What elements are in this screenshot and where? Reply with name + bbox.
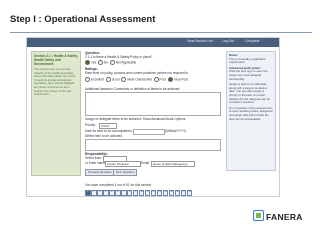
option-na-label: Not Applicable xyxy=(115,60,137,65)
next-question-button[interactable]: Next Question xyxy=(113,169,138,176)
ratings-prompt: Rate level on policy, process and curren… xyxy=(85,71,189,75)
define-item-textarea[interactable] xyxy=(85,139,221,151)
advanced-text: Click the plus sign to open the assign i… xyxy=(229,69,268,81)
page-link[interactable]: 1 xyxy=(85,190,91,196)
email-input[interactable]: lauren.pingleton@sogusgo xyxy=(151,161,195,167)
date-format-hint: (MM/dd/YYYY) xyxy=(165,129,187,133)
help-panel: Notes: This is a usually a legislative r… xyxy=(226,51,276,171)
assign-label[interactable]: Assign or delegate items to be actioned:… xyxy=(85,117,185,121)
page-link[interactable]: 3 xyxy=(96,190,103,196)
radio-excellent[interactable] xyxy=(85,77,90,82)
name-input[interactable]: Lauren Pingleton xyxy=(105,161,141,167)
app-screenshot: View Section List Log Out Complete Secti… xyxy=(26,37,280,197)
question-form: Question: 2.1.1 Is there a Health & Safe… xyxy=(85,51,223,196)
page-link[interactable]: 8 xyxy=(126,190,133,196)
page-link[interactable]: 9 xyxy=(132,190,139,196)
rating-excellent-label: Excellent xyxy=(91,77,104,82)
view-section-list-link[interactable]: View Section List xyxy=(187,39,213,43)
page-link[interactable]: 10 xyxy=(138,190,145,196)
page-link[interactable]: 4 xyxy=(102,190,109,196)
question-pager: 1 2 3 4 5 6 7 8 9 10 11 12 13 14 15 16 17 18 xyxy=(85,189,193,196)
radio-poor[interactable] xyxy=(153,77,159,82)
rating-very-poor-label: Very Poor xyxy=(174,77,189,82)
radio-very-poor[interactable] xyxy=(168,77,174,82)
completion-help-text: On completion of the assessment, a repor… xyxy=(229,105,273,121)
radio-good[interactable] xyxy=(105,77,111,82)
section-description: The content area to cover the majority o… xyxy=(34,67,77,97)
page-link[interactable]: 12 xyxy=(150,190,157,196)
radio-not-applicable[interactable] xyxy=(109,60,115,65)
progress-text: You have completed 1 out of 51 for this … xyxy=(85,183,153,187)
page-link[interactable]: 16 xyxy=(174,190,181,196)
page-link[interactable]: 15 xyxy=(168,190,175,196)
rating-options: Excellent Good Meet Criteria Met Poor Ve… xyxy=(85,77,188,82)
page-link[interactable]: 5 xyxy=(108,190,115,196)
select-from-label: Select from: xyxy=(85,156,103,160)
comments-label: Additional Assessor Comments or definiti… xyxy=(85,87,180,91)
log-out-link[interactable]: Log Out xyxy=(222,39,234,43)
enter-name-label: or Enter Name: xyxy=(85,161,107,165)
comments-textarea[interactable] xyxy=(85,92,221,116)
section-heading: Section 2.1 • Health & Safety, Health Sa… xyxy=(34,54,78,66)
title-divider xyxy=(10,32,312,33)
email-label: Email: xyxy=(141,161,150,165)
rating-criteria-label: Meet Criteria Met xyxy=(127,77,152,82)
complete-link[interactable]: Complete xyxy=(245,39,260,43)
assign-help-text: Assign a task to an individual along wit… xyxy=(229,82,271,105)
define-item-label: Define item to be actioned xyxy=(85,134,123,138)
priority-label: Priority: xyxy=(85,123,96,127)
fanera-logo-icon xyxy=(253,210,264,221)
top-nav-bar: View Section List Log Out Complete xyxy=(27,38,279,47)
radio-no[interactable] xyxy=(97,60,103,65)
rating-good-label: Good xyxy=(111,77,120,82)
question-text: 2.1.1 Is there a Health & Safety Policy … xyxy=(85,55,153,59)
page-link[interactable]: 7 xyxy=(120,190,127,196)
date-label: Date for item to be accomplished: xyxy=(85,129,133,133)
notes-text: This is a usually a legislative requirem… xyxy=(229,56,266,65)
slide-title: Step I : Operational Assessment xyxy=(10,14,156,25)
option-no-label: No xyxy=(103,60,109,65)
rating-poor-label: Poor xyxy=(159,77,167,82)
page-link[interactable]: 2 xyxy=(90,190,97,196)
option-yes-label: Yes xyxy=(91,60,97,65)
page-link[interactable]: 6 xyxy=(114,190,121,196)
page-link[interactable]: 11 xyxy=(144,190,151,196)
radio-criteria-met[interactable] xyxy=(121,77,127,82)
page-link[interactable]: 13 xyxy=(156,190,163,196)
fanera-logo-text: FANERA xyxy=(266,212,303,222)
section-info-panel: Section 2.1 • Health & Safety, Health Sa… xyxy=(31,51,81,176)
previous-question-button[interactable]: Previous Question xyxy=(85,169,115,176)
page-link[interactable]: 14 xyxy=(162,190,169,196)
page-link[interactable]: 17 xyxy=(180,190,187,196)
page-link[interactable]: 18 xyxy=(186,190,193,196)
answer-options: Yes No Not Applicable xyxy=(85,60,136,65)
date-input[interactable] xyxy=(133,129,165,135)
radio-yes[interactable] xyxy=(85,60,90,65)
